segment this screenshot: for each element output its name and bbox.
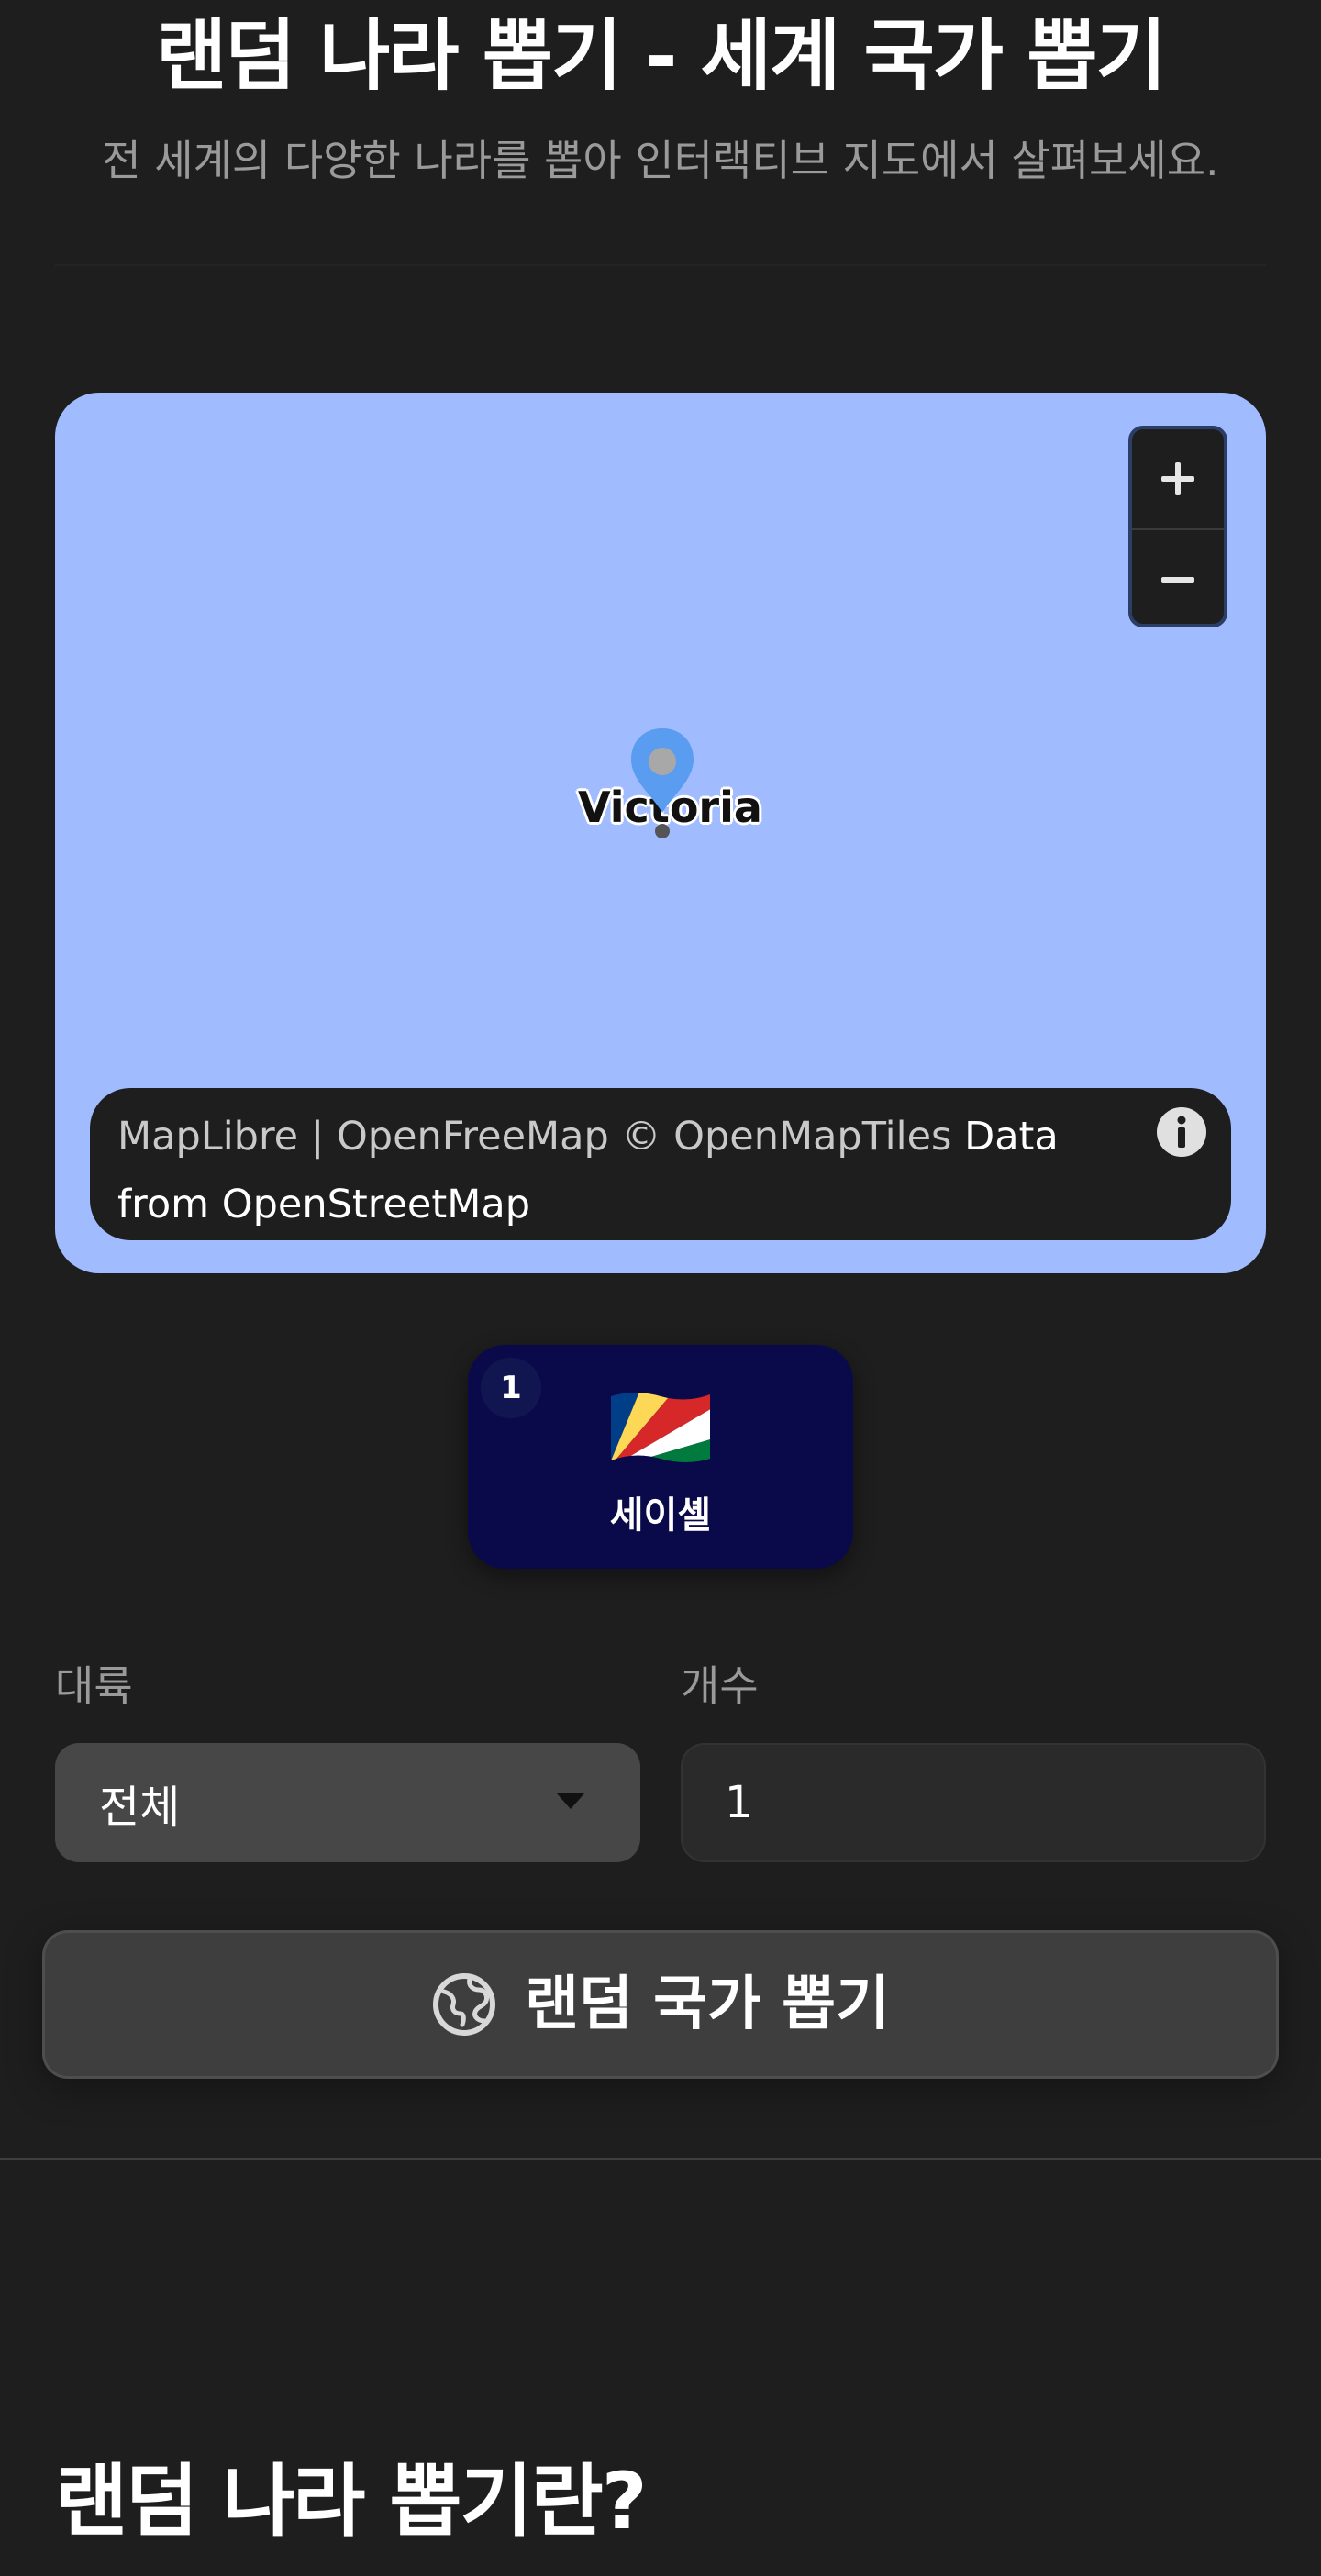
count-input[interactable]	[681, 1743, 1266, 1862]
plus-icon	[1161, 462, 1194, 495]
header-divider	[55, 264, 1266, 266]
minus-icon	[1161, 577, 1194, 583]
caret-down-icon	[556, 1793, 585, 1809]
globe-icon	[433, 1973, 496, 2036]
zoom-out-button[interactable]	[1132, 530, 1224, 624]
attribution-toggle[interactable]	[1149, 1099, 1215, 1165]
zoom-in-button[interactable]	[1132, 429, 1224, 528]
page-title: 랜덤 나라 뽑기 - 세계 국가 뽑기	[156, 11, 1167, 101]
continent-label: 대륙	[55, 1661, 133, 1711]
result-index-badge: 1	[481, 1358, 541, 1418]
count-label: 개수	[681, 1661, 759, 1711]
country-result-card[interactable]: 1 세이셸	[468, 1345, 853, 1569]
map-view[interactable]: Victoria MapLibre | OpenFreeMap © OpenMa…	[55, 393, 1266, 1273]
page-subtitle: 전 세계의 다양한 나라를 뽑아 인터랙티브 지도에서 살펴보세요.	[102, 136, 1219, 185]
draw-button-label: 랜덤 국가 뽑기	[525, 1971, 890, 2038]
map-pin-icon	[631, 728, 694, 838]
map-attribution: MapLibre | OpenFreeMap © OpenMapTiles Da…	[90, 1088, 1231, 1240]
map-marker[interactable]: Victoria	[578, 725, 762, 862]
attribution-text[interactable]: MapLibre | OpenFreeMap © OpenMapTiles	[117, 1114, 964, 1160]
continent-select-value: 전체	[99, 1782, 181, 1833]
zoom-control	[1128, 426, 1227, 627]
page: 랜덤 나라 뽑기 - 세계 국가 뽑기 전 세계의 다양한 나라를 뽑아 인터랙…	[0, 0, 1321, 2576]
section-heading: 랜덤 나라 뽑기란?	[55, 2456, 648, 2548]
continent-select[interactable]: 전체	[55, 1743, 640, 1862]
info-icon	[1157, 1107, 1206, 1157]
seychelles-flag-icon	[611, 1393, 710, 1462]
draw-random-country-button[interactable]: 랜덤 국가 뽑기	[42, 1930, 1279, 2079]
country-name: 세이셸	[609, 1494, 712, 1537]
section-divider	[0, 2158, 1321, 2160]
